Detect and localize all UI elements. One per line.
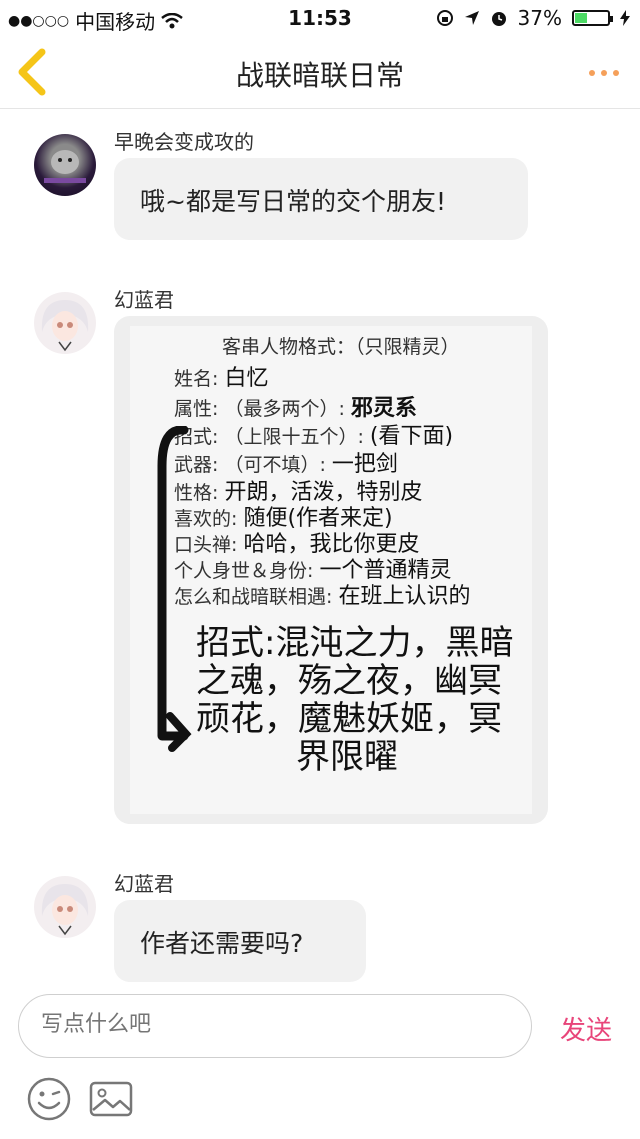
status-bar: ●●○○○ 中国移动 11:53 37% bbox=[0, 0, 640, 36]
battery-fill bbox=[575, 13, 587, 23]
image-message[interactable]: 客串人物格式：（只限精灵） 姓名: 白忆 属性: （最多两个）: 邪灵系 招式:… bbox=[114, 316, 548, 824]
more-button[interactable] bbox=[588, 52, 620, 85]
moves-text-line: 顽花，魔魅妖姬，冥 bbox=[196, 699, 502, 739]
alarm-icon bbox=[491, 12, 506, 26]
message-input-container bbox=[18, 994, 532, 1058]
send-button[interactable]: 发送 bbox=[560, 1010, 612, 1047]
message-text: 哦~都是写日常的交个朋友! bbox=[140, 187, 446, 216]
moves-text-line: 界限曜 bbox=[296, 737, 398, 777]
sender-name: 幻蓝君 bbox=[114, 872, 174, 896]
avatar-art bbox=[41, 300, 89, 352]
battery-icon bbox=[572, 10, 613, 26]
message-bubble[interactable]: 作者还需要吗? bbox=[114, 900, 366, 982]
form-value: 白忆 bbox=[224, 366, 269, 391]
message-text: 作者还需要吗? bbox=[140, 929, 304, 958]
more-dots-icon bbox=[589, 70, 619, 76]
charging-icon bbox=[620, 10, 630, 26]
emoji-button[interactable] bbox=[26, 1076, 72, 1122]
form-header: 客串人物格式：（只限精灵） bbox=[222, 336, 460, 358]
form-label: 姓名: bbox=[174, 368, 219, 390]
avatar[interactable] bbox=[34, 876, 96, 938]
image-icon bbox=[89, 1081, 133, 1117]
message-input[interactable] bbox=[39, 1011, 503, 1038]
status-right: 37% bbox=[436, 6, 630, 30]
avatar[interactable] bbox=[34, 292, 96, 354]
nav-bar: 战联暗联日常 bbox=[0, 36, 640, 109]
form-label: 属性: （最多两个）: bbox=[174, 398, 345, 420]
image-button[interactable] bbox=[88, 1076, 134, 1122]
emoji-icon bbox=[27, 1077, 71, 1121]
image-content: 客串人物格式：（只限精灵） 姓名: 白忆 属性: （最多两个）: 邪灵系 招式:… bbox=[130, 326, 532, 814]
sender-name: 早晚会变成攻的 bbox=[114, 130, 254, 154]
moves-text-line: 之魂，殇之夜，幽冥 bbox=[196, 661, 502, 701]
form-label: 招式: （上限十五个）: bbox=[174, 426, 364, 448]
avatar-art bbox=[44, 150, 86, 183]
battery-percent: 37% bbox=[517, 6, 562, 30]
sender-name: 幻蓝君 bbox=[114, 288, 174, 312]
avatar[interactable] bbox=[34, 134, 96, 196]
avatar-art bbox=[41, 884, 89, 936]
page-title: 战联暗联日常 bbox=[235, 59, 404, 92]
form-value: 在班上认识的 bbox=[338, 584, 471, 609]
message-bubble[interactable]: 哦~都是写日常的交个朋友! bbox=[114, 158, 528, 240]
moves-text-line: 招式:混沌之力，黑暗 bbox=[196, 623, 514, 663]
arrow-drawing bbox=[157, 426, 192, 752]
form-row: 姓名: 白忆 bbox=[174, 360, 268, 392]
location-icon bbox=[464, 11, 479, 25]
rotation-lock-icon bbox=[436, 10, 453, 26]
form-row: 怎么和战暗联相遇: 在班上认识的 bbox=[174, 578, 470, 610]
